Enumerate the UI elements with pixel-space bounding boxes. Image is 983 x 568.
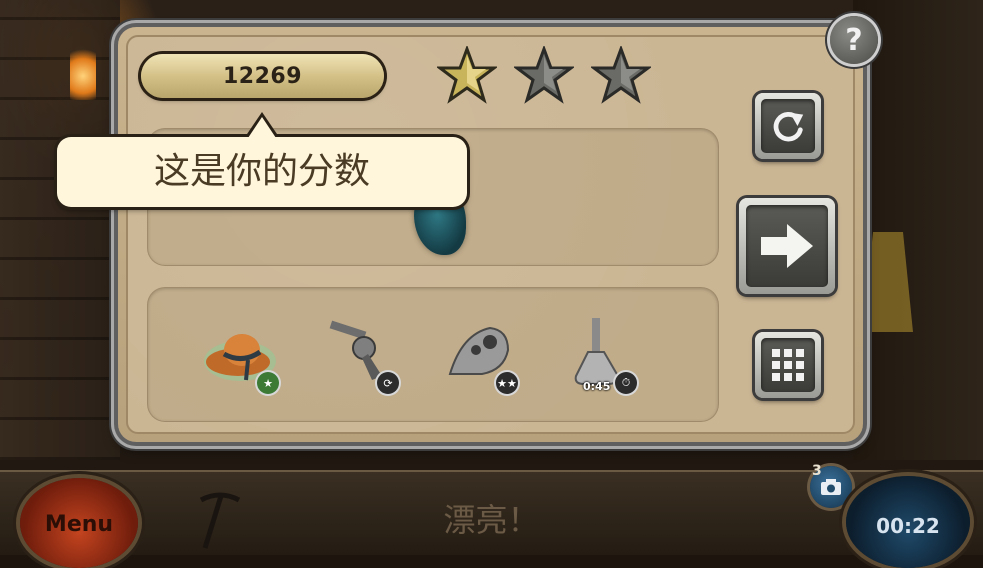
torch bbox=[70, 40, 96, 100]
camera-icon bbox=[821, 479, 841, 495]
flask-time: 0:45 bbox=[583, 380, 611, 393]
replay-button[interactable] bbox=[755, 93, 821, 159]
score-display: 12269 bbox=[141, 54, 384, 98]
timer-value: 00:22 bbox=[876, 514, 940, 538]
star-badge-icon: ★ bbox=[257, 372, 279, 394]
replay-face bbox=[761, 99, 815, 153]
refresh-icon bbox=[773, 112, 804, 142]
level-select-button[interactable] bbox=[755, 332, 821, 398]
star-1-icon bbox=[435, 44, 499, 106]
level-select-face bbox=[761, 338, 815, 392]
arrow-right-icon bbox=[761, 224, 813, 268]
score-tooltip: 这是你的分数 bbox=[57, 112, 467, 207]
score-value: 12269 bbox=[222, 63, 303, 89]
help-label: ? bbox=[845, 22, 863, 58]
star-3-icon bbox=[589, 44, 653, 106]
stopwatch-badge-icon: ⏱ bbox=[615, 372, 637, 394]
help-button[interactable]: ? bbox=[830, 16, 878, 64]
tooltip-text: 这是你的分数 bbox=[153, 151, 370, 192]
brick-wall bbox=[0, 0, 120, 460]
next-button[interactable] bbox=[739, 198, 835, 294]
right-wall bbox=[853, 0, 983, 460]
next-face bbox=[746, 205, 828, 287]
replay-badge-icon: ⟳ bbox=[377, 372, 399, 394]
stars-badge-icon: ★★ bbox=[496, 372, 518, 394]
grid-icon bbox=[772, 349, 804, 381]
camera-count: 3 bbox=[812, 463, 822, 479]
timer-display: 00:22 bbox=[846, 476, 970, 568]
star-2-icon bbox=[512, 44, 576, 106]
